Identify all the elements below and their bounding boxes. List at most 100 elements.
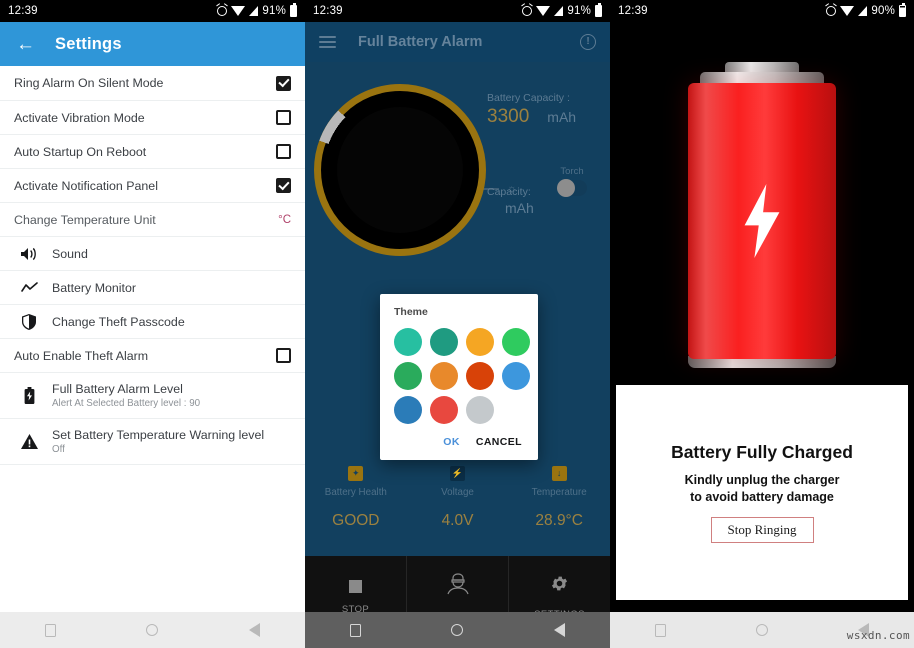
stat-battery-health: ✦ Battery Health GOOD [305, 466, 407, 530]
stat-label: Temperature [531, 487, 587, 498]
theme-dialog-ok-button[interactable]: OK [443, 436, 460, 448]
theme-swatch-6[interactable] [430, 362, 458, 390]
battery-stats: ✦ Battery Health GOOD ⚡ Voltage 4.0V ↓ T… [305, 466, 610, 530]
health-icon: ✦ [348, 466, 364, 481]
home-circle-icon[interactable] [451, 624, 464, 636]
recents-square-icon[interactable] [45, 623, 57, 637]
setting-row-notification-panel[interactable]: Activate Notification Panel [0, 169, 305, 203]
setting-row-temperature-unit[interactable]: Change Temperature Unit °C [0, 203, 305, 237]
setting-label: Full Battery Alarm Level [52, 382, 183, 396]
setting-sublabel: Off [52, 444, 65, 455]
setting-label: Auto Enable Theft Alarm [14, 348, 149, 363]
stat-value: 28.9°C [535, 512, 583, 529]
speaker-icon [14, 247, 44, 261]
status-time: 12:39 [313, 5, 343, 17]
voltage-battery-icon: ⚡ [450, 466, 465, 481]
lightning-bolt-icon [744, 184, 780, 258]
screen-main-app: 12:39 91% Full Battery Alarm ! Screen Br… [305, 0, 610, 648]
theme-swatch-3[interactable] [466, 328, 494, 356]
status-bar-1: 12:39 91% [0, 0, 305, 22]
main-body: Screen Brightness ◉ ☼ Torch [305, 62, 610, 556]
back-arrow-icon[interactable]: ← [16, 35, 35, 54]
theme-swatch-1[interactable] [394, 328, 422, 356]
theme-swatch-7[interactable] [466, 362, 494, 390]
screen-settings: 12:39 91% ← Settings Ring Alarm On Silen… [0, 0, 305, 648]
home-circle-icon[interactable] [146, 624, 159, 636]
remaining-capacity-block: Capacity: mAh [487, 186, 607, 216]
checkbox-vibration[interactable] [276, 110, 291, 125]
main-app-bar: Full Battery Alarm ! [305, 22, 610, 62]
battery-icon [899, 3, 906, 17]
checkbox-auto-theft-alarm[interactable] [276, 348, 291, 363]
temperature-unit-value[interactable]: °C [278, 214, 291, 226]
status-time: 12:39 [618, 5, 648, 17]
status-bar-2: 12:39 91% [305, 0, 610, 22]
battery-illustration-area [610, 22, 914, 407]
signal-icon [857, 0, 868, 16]
stat-label: Voltage [441, 487, 474, 498]
setting-label: Sound [52, 246, 88, 261]
battery-capacity-label: Battery Capacity : [487, 92, 570, 104]
stat-label: Battery Health [324, 487, 387, 498]
setting-row-battery-monitor[interactable]: Battery Monitor [0, 271, 305, 305]
recents-square-icon[interactable] [350, 623, 362, 637]
stop-ringing-button[interactable]: Stop Ringing [710, 517, 814, 544]
theme-swatch-9[interactable] [394, 396, 422, 424]
theme-swatch-10[interactable] [430, 396, 458, 424]
watermark: wsxdn.com [846, 629, 910, 642]
theme-swatch-4[interactable] [502, 328, 530, 356]
checkbox-ring-alarm-silent[interactable] [276, 75, 291, 91]
back-triangle-icon[interactable] [553, 623, 565, 637]
battery-capacity-unit: mAh [547, 109, 577, 125]
info-icon[interactable]: ! [580, 34, 596, 50]
setting-row-ring-alarm-silent[interactable]: Ring Alarm On Silent Mode [0, 66, 305, 101]
screen-full-charge-alert: 12:39 90% Battery Fu [610, 0, 914, 648]
alarm-icon [522, 6, 533, 16]
battery-gauge-inner [337, 107, 463, 233]
theme-dialog-title: Theme [394, 306, 428, 318]
battery-capacity-block: Battery Capacity : 3300 mAh [487, 92, 607, 128]
setting-row-full-battery-alarm-level[interactable]: Full Battery Alarm Level Alert At Select… [0, 373, 305, 419]
shield-icon [14, 313, 44, 330]
battery-percent: 91% [567, 5, 591, 17]
status-bar-3: 12:39 90% [610, 0, 914, 22]
checkbox-notification-panel[interactable] [276, 178, 291, 193]
setting-row-auto-startup[interactable]: Auto Startup On Reboot [0, 135, 305, 169]
battery-graphic [688, 62, 836, 368]
checkbox-auto-startup[interactable] [276, 144, 291, 159]
screenshot-root: 12:39 91% ← Settings Ring Alarm On Silen… [0, 0, 914, 648]
recents-square-icon[interactable] [655, 623, 666, 637]
alert-message: Kindly unplug the charger to avoid batte… [685, 472, 840, 506]
remaining-capacity-unit: mAh [505, 200, 534, 216]
theme-dialog: Theme OK CANCEL [380, 294, 538, 460]
setting-row-sound[interactable]: Sound [0, 237, 305, 271]
back-triangle-icon[interactable] [248, 623, 260, 637]
stat-value: GOOD [332, 512, 380, 529]
alert-message-line1: Kindly unplug the charger [684, 472, 840, 487]
setting-sublabel: Alert At Selected Battery level : 90 [52, 398, 201, 409]
settings-list: Ring Alarm On Silent Mode Activate Vibra… [0, 66, 305, 465]
alert-card: Battery Fully Charged Kindly unplug the … [616, 385, 908, 600]
android-nav-bar-1 [0, 612, 305, 648]
stat-voltage: ⚡ Voltage 4.0V [407, 466, 509, 530]
theme-swatch-5[interactable] [394, 362, 422, 390]
battery-capacity-value: 3300 [487, 106, 530, 127]
alarm-icon [217, 6, 228, 16]
setting-row-vibration[interactable]: Activate Vibration Mode [0, 101, 305, 135]
hamburger-icon[interactable] [319, 33, 336, 51]
theme-swatch-8[interactable] [502, 362, 530, 390]
setting-row-theft-passcode[interactable]: Change Theft Passcode [0, 305, 305, 339]
setting-label: Set Battery Temperature Warning level [52, 428, 265, 442]
home-circle-icon[interactable] [756, 624, 768, 636]
page-title: Settings [55, 34, 122, 53]
theme-dialog-cancel-button[interactable]: CANCEL [476, 436, 522, 448]
setting-row-temperature-warning-level[interactable]: Set Battery Temperature Warning level Of… [0, 419, 305, 465]
theme-swatch-grid [394, 328, 530, 424]
theme-swatch-11[interactable] [466, 396, 494, 424]
battery-percent: 91% [262, 5, 286, 17]
android-nav-bar-2 [305, 612, 610, 648]
setting-row-auto-theft-alarm[interactable]: Auto Enable Theft Alarm [0, 339, 305, 373]
settings-app-bar: ← Settings [0, 22, 305, 66]
thermometer-icon: ↓ [551, 466, 567, 481]
theme-swatch-2[interactable] [430, 328, 458, 356]
